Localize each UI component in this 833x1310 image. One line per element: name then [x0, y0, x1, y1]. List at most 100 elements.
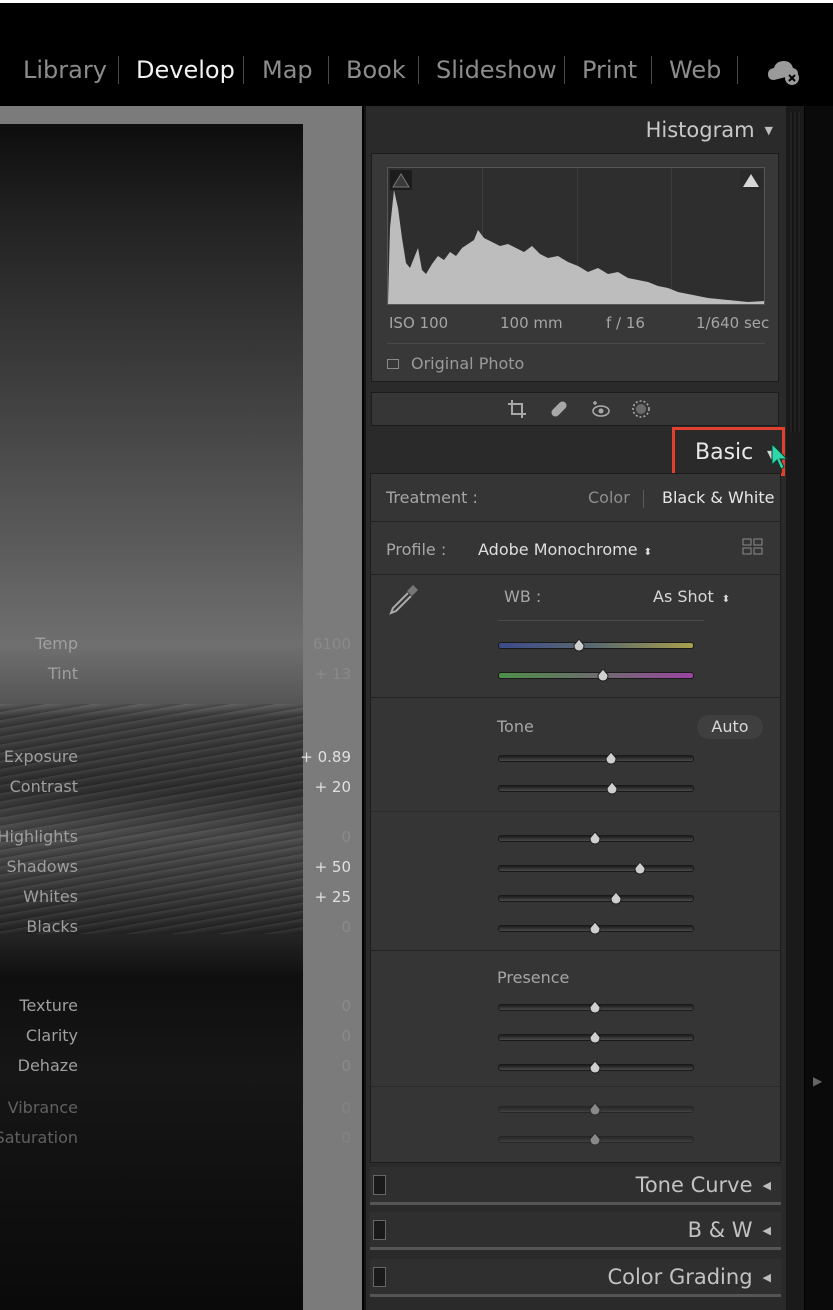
module-map[interactable]: Map	[262, 56, 313, 84]
shadows-label: Shadows	[6, 857, 78, 876]
temp-slider-knob[interactable]	[573, 637, 585, 652]
bw-title: B & W	[687, 1218, 753, 1242]
panel-edge	[805, 106, 833, 1310]
color-grading-panel-header[interactable]: Color Grading ◀	[370, 1259, 781, 1297]
temp-slider-track[interactable]	[498, 642, 694, 649]
wb-dropdown[interactable]: As Shot ⬍	[653, 587, 730, 606]
vibrance-value[interactable]: 0	[291, 1099, 351, 1117]
tint-value[interactable]: + 13	[291, 665, 351, 683]
panel-toggle-switch[interactable]	[373, 1175, 386, 1195]
temp-value[interactable]: 6100	[291, 635, 351, 653]
auto-tone-button[interactable]: Auto	[697, 715, 763, 739]
shadow-clipping-toggle[interactable]	[390, 170, 412, 190]
mask-icon[interactable]	[631, 399, 651, 419]
divider	[371, 521, 780, 522]
profile-dropdown[interactable]: Adobe Monochrome ⬍	[478, 540, 652, 559]
whites-value[interactable]: + 25	[291, 888, 351, 906]
red-eye-icon[interactable]	[591, 399, 611, 419]
healing-icon[interactable]	[549, 399, 569, 419]
exif-shutter: 1/640 sec	[696, 314, 770, 332]
vibrance-label: Vibrance	[7, 1098, 78, 1117]
blacks-slider-knob[interactable]	[589, 920, 601, 935]
exif-aperture: f / 16	[606, 314, 645, 332]
treatment-color-option[interactable]: Color	[588, 488, 630, 507]
exif-focal-length: 100 mm	[500, 314, 563, 332]
divider	[371, 811, 780, 812]
exposure-value[interactable]: + 0.89	[291, 748, 351, 766]
bw-panel-header[interactable]: B & W ◀	[370, 1212, 781, 1250]
crop-icon[interactable]	[507, 399, 527, 419]
module-divider	[243, 56, 244, 84]
dehaze-value[interactable]: 0	[291, 1057, 351, 1075]
whites-slider-knob[interactable]	[610, 890, 622, 905]
histogram-title: Histogram	[645, 118, 755, 142]
module-library[interactable]: Library	[23, 56, 107, 84]
tint-slider-knob[interactable]	[597, 667, 609, 682]
contrast-slider-knob[interactable]	[606, 780, 618, 795]
divider	[371, 1086, 780, 1087]
tint-label: Tint	[47, 664, 78, 683]
divider	[371, 697, 780, 698]
dropdown-arrows-icon: ⬍	[643, 547, 652, 558]
exposure-slider-knob[interactable]	[605, 750, 617, 765]
shadows-slider-knob[interactable]	[634, 860, 646, 875]
eyedropper-icon[interactable]	[387, 582, 421, 616]
expand-triangle-icon: ◀	[762, 1224, 771, 1237]
blacks-label: Blacks	[26, 917, 78, 936]
checkbox-icon[interactable]	[387, 359, 399, 369]
shadows-value[interactable]: + 50	[291, 858, 351, 876]
module-web[interactable]: Web	[669, 56, 721, 84]
panel-toggle-switch[interactable]	[373, 1267, 386, 1287]
clarity-slider-knob[interactable]	[589, 1029, 601, 1044]
module-slideshow[interactable]: Slideshow	[436, 56, 557, 84]
profile-browser-grid-icon[interactable]	[742, 538, 764, 556]
panel-toggle-switch[interactable]	[373, 1220, 386, 1240]
tone-curve-title: Tone Curve	[635, 1173, 753, 1197]
treatment-bw-option[interactable]: Black & White	[662, 488, 774, 507]
panel-scrollbar[interactable]	[786, 106, 804, 1310]
clarity-value[interactable]: 0	[291, 1027, 351, 1045]
wb-underline	[498, 620, 704, 621]
right-panel-toggle-icon[interactable]: ▶	[813, 1074, 822, 1088]
module-print[interactable]: Print	[582, 56, 637, 84]
histogram-header[interactable]: Histogram ▼	[646, 118, 773, 142]
divider	[371, 574, 780, 575]
window-top-edge	[0, 0, 833, 3]
vibrance-slider-knob[interactable]	[589, 1101, 601, 1116]
tool-strip	[371, 392, 779, 426]
whites-label: Whites	[23, 887, 78, 906]
exposure-slider-track[interactable]	[498, 755, 694, 762]
cloud-sync-icon[interactable]	[766, 58, 802, 86]
profile-value: Adobe Monochrome	[478, 540, 638, 559]
module-divider	[328, 56, 329, 84]
dehaze-label: Dehaze	[17, 1056, 78, 1075]
scrollbar-thumb[interactable]	[790, 112, 800, 432]
module-divider	[418, 56, 419, 84]
highlights-slider-knob[interactable]	[589, 830, 601, 845]
texture-value[interactable]: 0	[291, 997, 351, 1015]
profile-label: Profile :	[386, 540, 447, 559]
blacks-value[interactable]: 0	[291, 918, 351, 936]
basic-title: Basic	[695, 440, 754, 465]
module-book[interactable]: Book	[346, 56, 406, 84]
original-photo-toggle[interactable]: Original Photo	[387, 343, 765, 373]
texture-slider-knob[interactable]	[589, 999, 601, 1014]
whites-slider-track[interactable]	[498, 895, 694, 902]
expand-triangle-icon: ◀	[762, 1179, 771, 1192]
saturation-value[interactable]: 0	[291, 1129, 351, 1147]
dehaze-slider-knob[interactable]	[589, 1059, 601, 1074]
basic-panel-header[interactable]: Basic ▼	[672, 427, 785, 476]
contrast-label: Contrast	[9, 777, 78, 796]
collapse-triangle-icon: ▼	[764, 124, 773, 137]
shadows-slider-track[interactable]	[498, 865, 694, 872]
highlights-value[interactable]: 0	[291, 828, 351, 846]
saturation-slider-knob[interactable]	[589, 1131, 601, 1146]
mouse-cursor-icon	[771, 443, 789, 470]
highlight-clipping-toggle[interactable]	[740, 170, 762, 190]
tone-curve-panel-header[interactable]: Tone Curve ◀	[370, 1167, 781, 1205]
module-develop[interactable]: Develop	[136, 56, 235, 84]
histogram-graph[interactable]	[387, 167, 765, 305]
tone-label: Tone	[497, 717, 534, 736]
contrast-slider-track[interactable]	[498, 785, 694, 792]
contrast-value[interactable]: + 20	[291, 778, 351, 796]
